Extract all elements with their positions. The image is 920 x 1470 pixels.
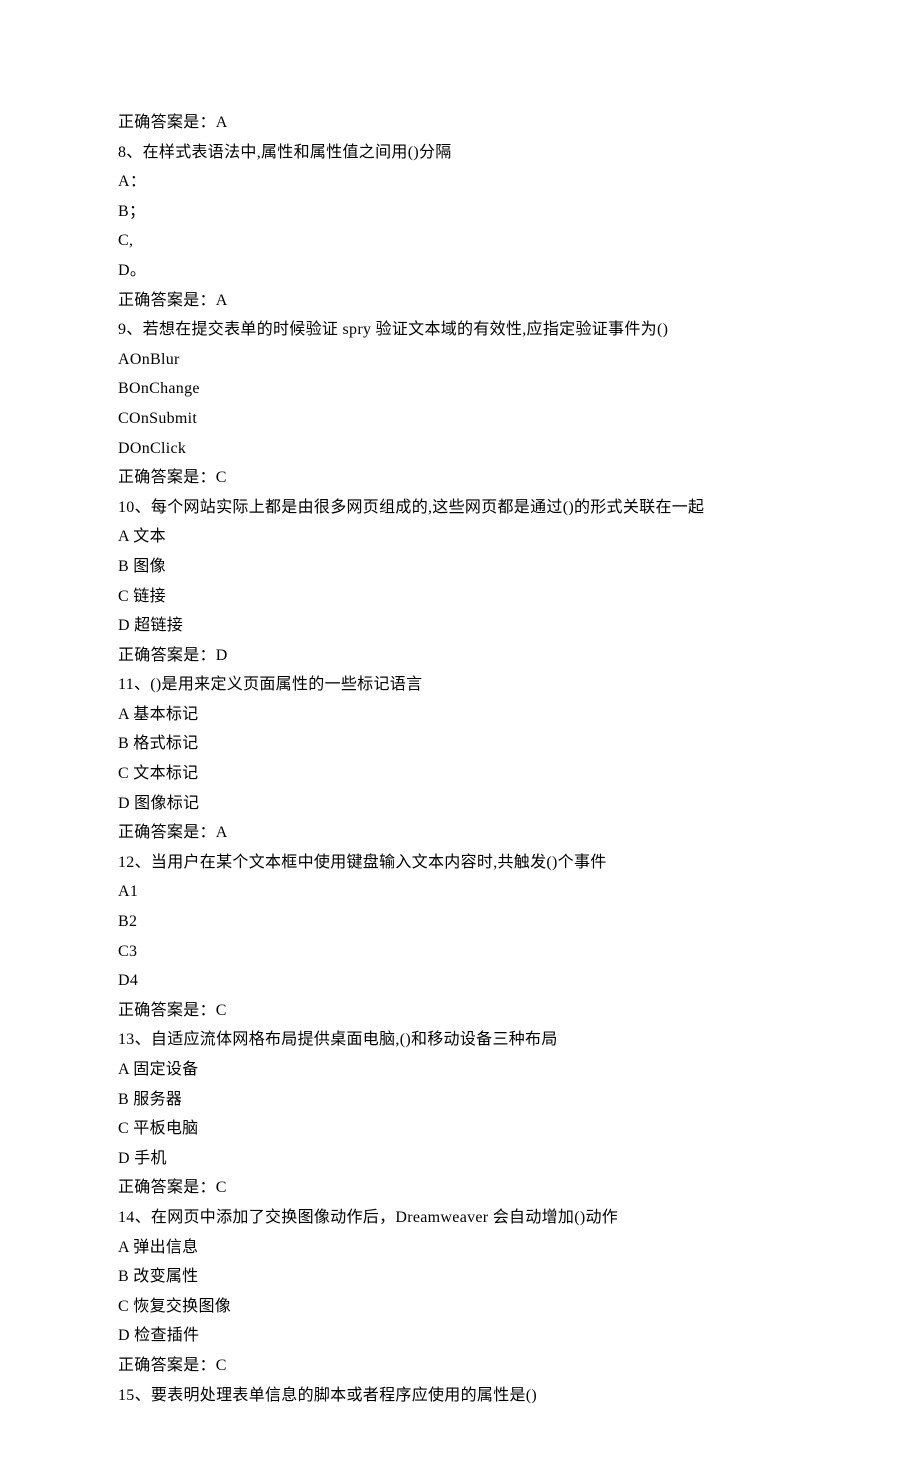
option-d: D 手机: [118, 1144, 802, 1174]
option-b: B 图像: [118, 552, 802, 582]
option-a: A 文本: [118, 522, 802, 552]
question-stem: 14、在网页中添加了交换图像动作后，Dreamweaver 会自动增加()动作: [118, 1203, 802, 1233]
option-a: A 弹出信息: [118, 1233, 802, 1263]
option-b: BOnChange: [118, 374, 802, 404]
answer-line: 正确答案是：A: [118, 286, 802, 316]
option-a: A 基本标记: [118, 700, 802, 730]
option-d: D 超链接: [118, 611, 802, 641]
question-stem: 9、若想在提交表单的时候验证 spry 验证文本域的有效性,应指定验证事件为(): [118, 315, 802, 345]
option-b: B 改变属性: [118, 1262, 802, 1292]
question-stem: 10、每个网站实际上都是由很多网页组成的,这些网页都是通过()的形式关联在一起: [118, 493, 802, 523]
question-stem: 8、在样式表语法中,属性和属性值之间用()分隔: [118, 138, 802, 168]
option-d: D 图像标记: [118, 789, 802, 819]
option-d: D4: [118, 966, 802, 996]
question-stem: 12、当用户在某个文本框中使用键盘输入文本内容时,共触发()个事件: [118, 848, 802, 878]
answer-line: 正确答案是：A: [118, 818, 802, 848]
option-c: C 文本标记: [118, 759, 802, 789]
option-a: AOnBlur: [118, 345, 802, 375]
option-b: B2: [118, 907, 802, 937]
option-a: A：: [118, 167, 802, 197]
option-c: C 平板电脑: [118, 1114, 802, 1144]
option-c: C3: [118, 937, 802, 967]
option-c: C 恢复交换图像: [118, 1292, 802, 1322]
option-c: C,: [118, 226, 802, 256]
option-c: C 链接: [118, 582, 802, 612]
option-d: D 检查插件: [118, 1321, 802, 1351]
option-d: D。: [118, 256, 802, 286]
question-stem: 11、()是用来定义页面属性的一些标记语言: [118, 670, 802, 700]
answer-line: 正确答案是：C: [118, 1173, 802, 1203]
option-b: B 服务器: [118, 1085, 802, 1115]
question-stem: 15、要表明处理表单信息的脚本或者程序应使用的属性是(): [118, 1381, 802, 1411]
option-a: A 固定设备: [118, 1055, 802, 1085]
answer-line: 正确答案是：C: [118, 463, 802, 493]
option-b: B 格式标记: [118, 729, 802, 759]
option-a: A1: [118, 877, 802, 907]
option-d: DOnClick: [118, 434, 802, 464]
option-b: B；: [118, 197, 802, 227]
answer-line: 正确答案是：D: [118, 641, 802, 671]
answer-line: 正确答案是：C: [118, 1351, 802, 1381]
option-c: COnSubmit: [118, 404, 802, 434]
question-stem: 13、自适应流体网格布局提供桌面电脑,()和移动设备三种布局: [118, 1025, 802, 1055]
document-page: 正确答案是：A 8、在样式表语法中,属性和属性值之间用()分隔 A： B； C,…: [0, 0, 920, 1470]
answer-line: 正确答案是：C: [118, 996, 802, 1026]
answer-line: 正确答案是：A: [118, 108, 802, 138]
